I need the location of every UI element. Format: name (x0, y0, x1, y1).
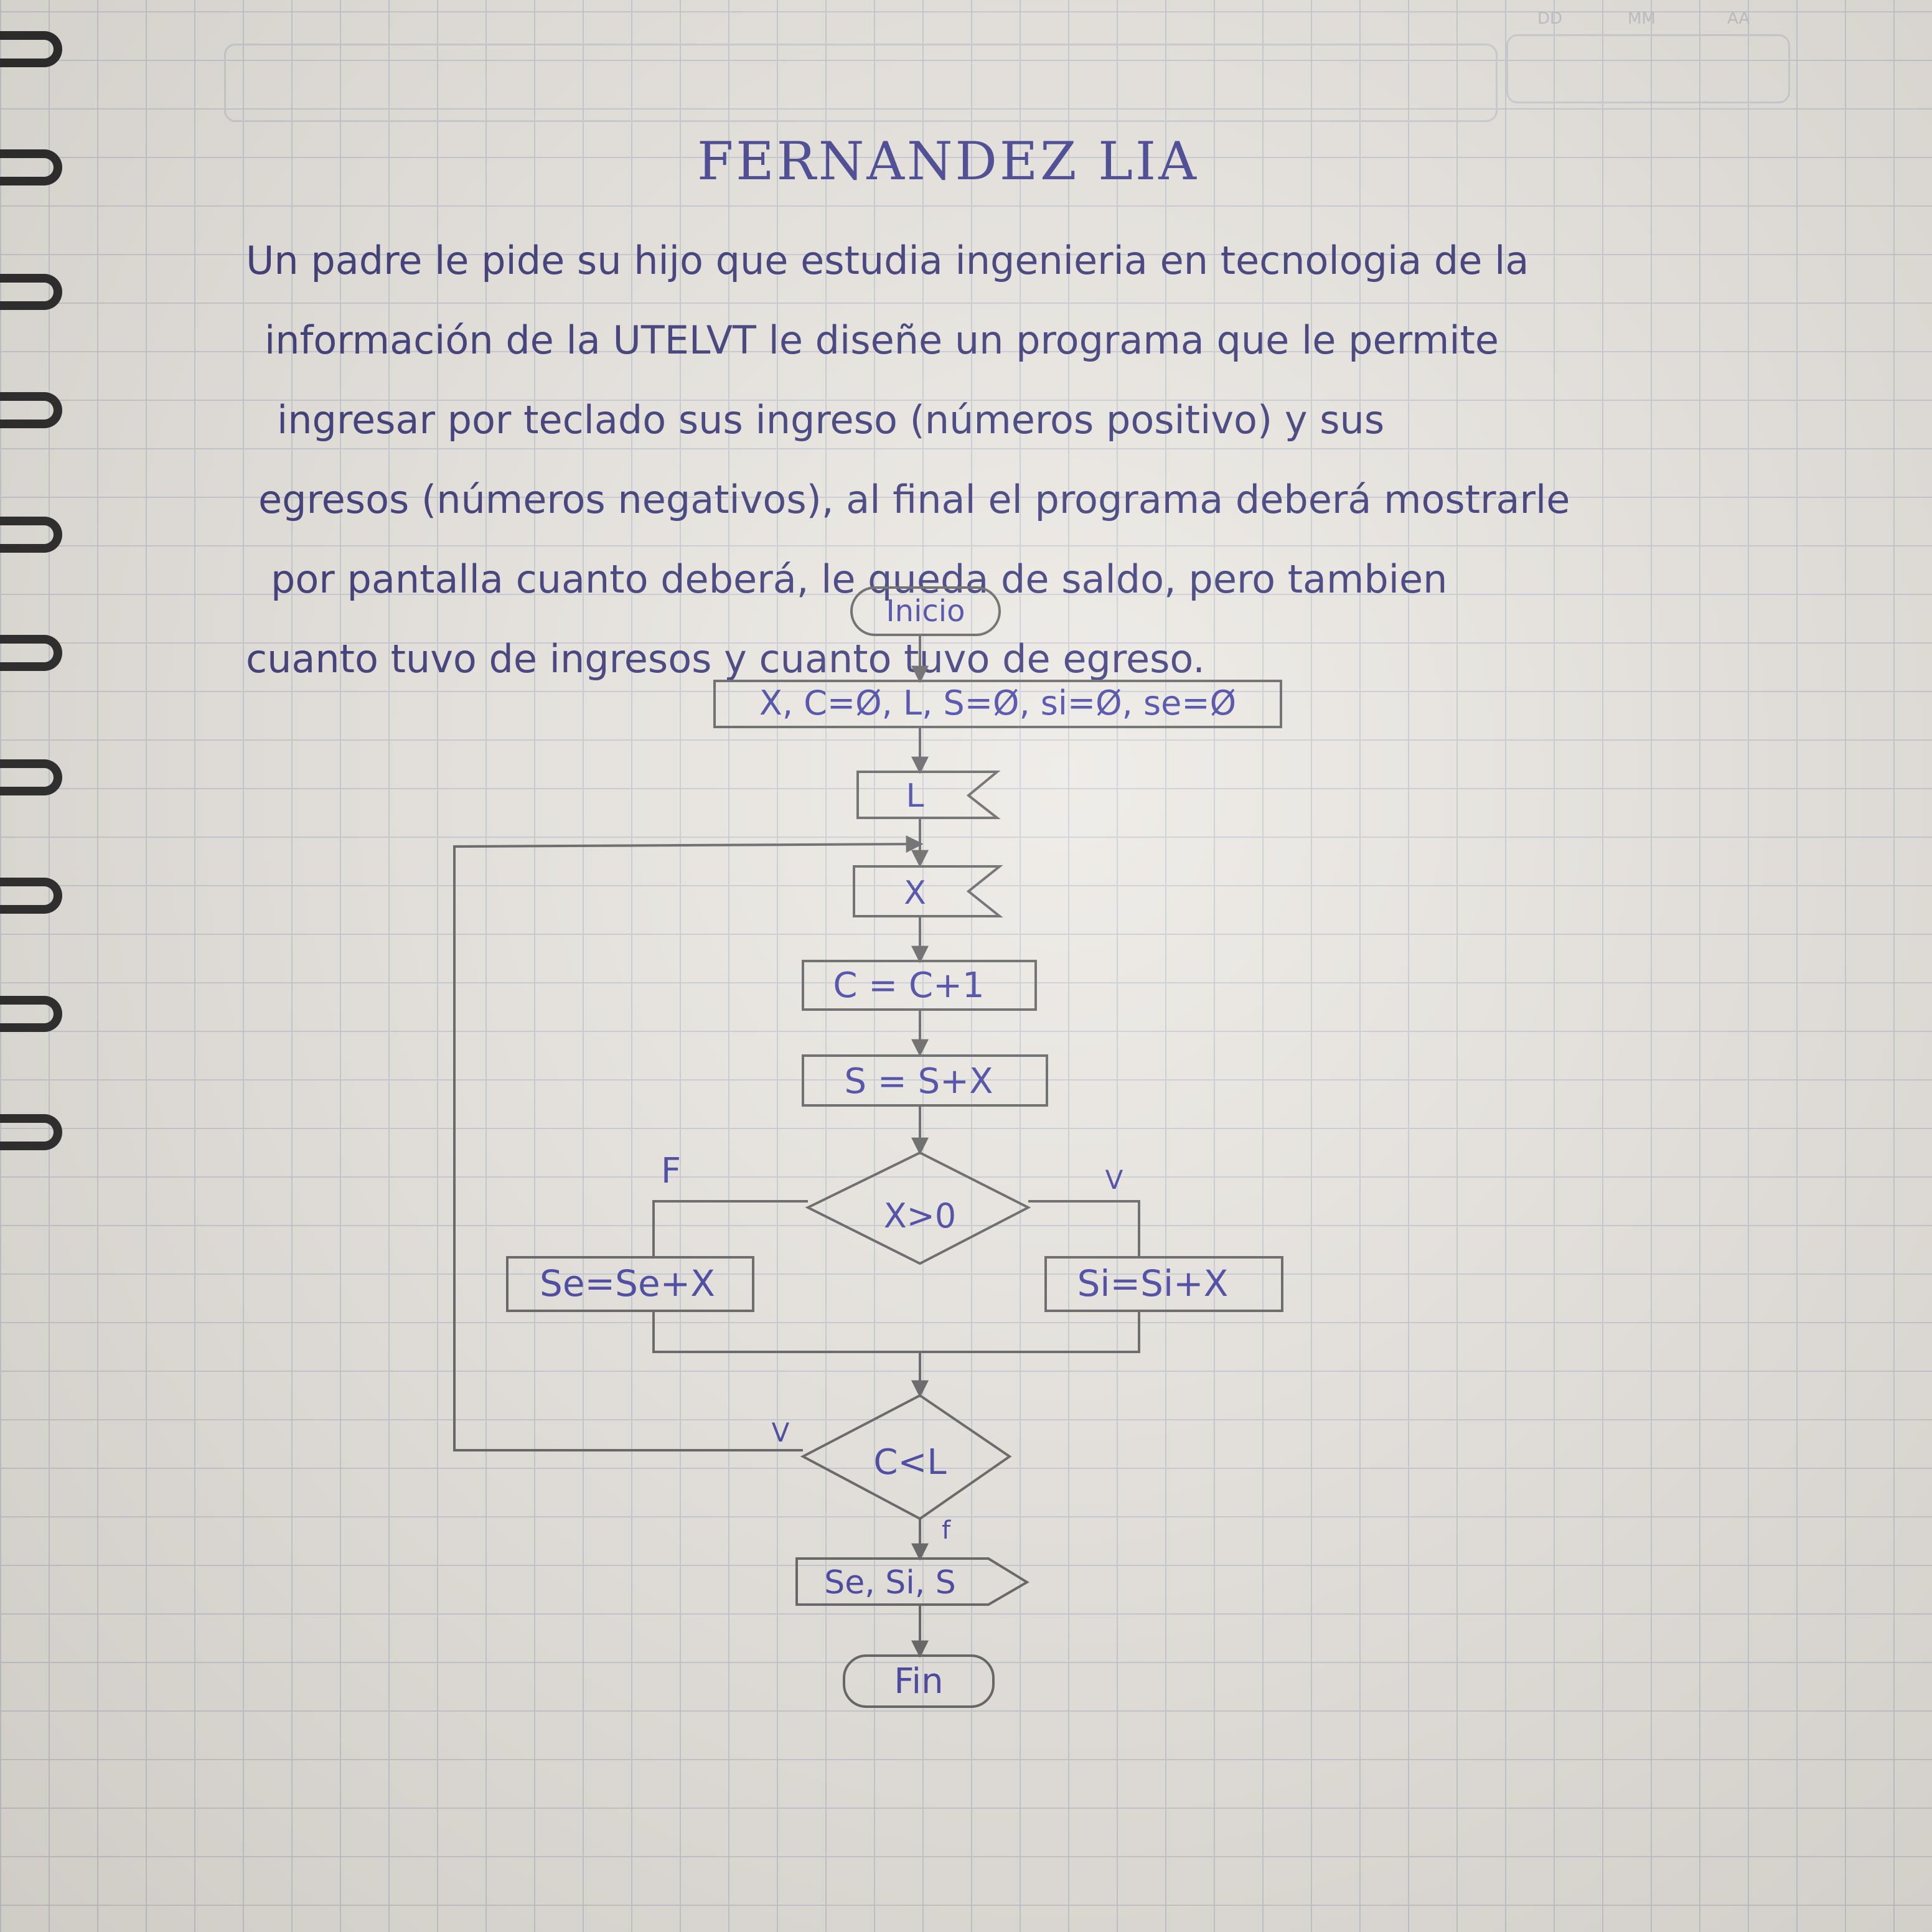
input-l-box (856, 771, 1001, 819)
egress-label: Se=Se+X (540, 1262, 715, 1305)
sum-label: S = S+X (845, 1061, 993, 1102)
input-l-label: L (906, 777, 924, 815)
exit-label: f (942, 1516, 951, 1545)
init-label: X, C=Ø, L, S=Ø, si=Ø, se=Ø (759, 683, 1236, 723)
input-x-label: X (904, 875, 926, 912)
counter-label: C = C+1 (833, 965, 984, 1006)
input-x-box (853, 865, 1003, 917)
flowchart: Inicio X, C=Ø, L, S=Ø, si=Ø, se=Ø L X C … (453, 586, 1283, 1708)
false-label: F (661, 1151, 681, 1191)
true-branch-line (1028, 1200, 1140, 1257)
loop-label: V (772, 1417, 790, 1448)
false-branch-line (652, 1200, 808, 1257)
notebook-page: DD MM AA FERNANDEZ LIA Un padre le pide … (0, 0, 1932, 1932)
start-label: Inicio (886, 594, 965, 629)
end-label: Fin (894, 1661, 943, 1702)
merge-line (652, 1311, 1140, 1353)
decision-2-label: C<L (873, 1442, 946, 1483)
true-label: V (1105, 1165, 1123, 1195)
output-label: Se, Si, S (824, 1564, 956, 1601)
loop-back-line (453, 835, 924, 1451)
decision-1-label: X>0 (884, 1196, 957, 1236)
ingress-label: Si=Si+X (1077, 1262, 1229, 1305)
